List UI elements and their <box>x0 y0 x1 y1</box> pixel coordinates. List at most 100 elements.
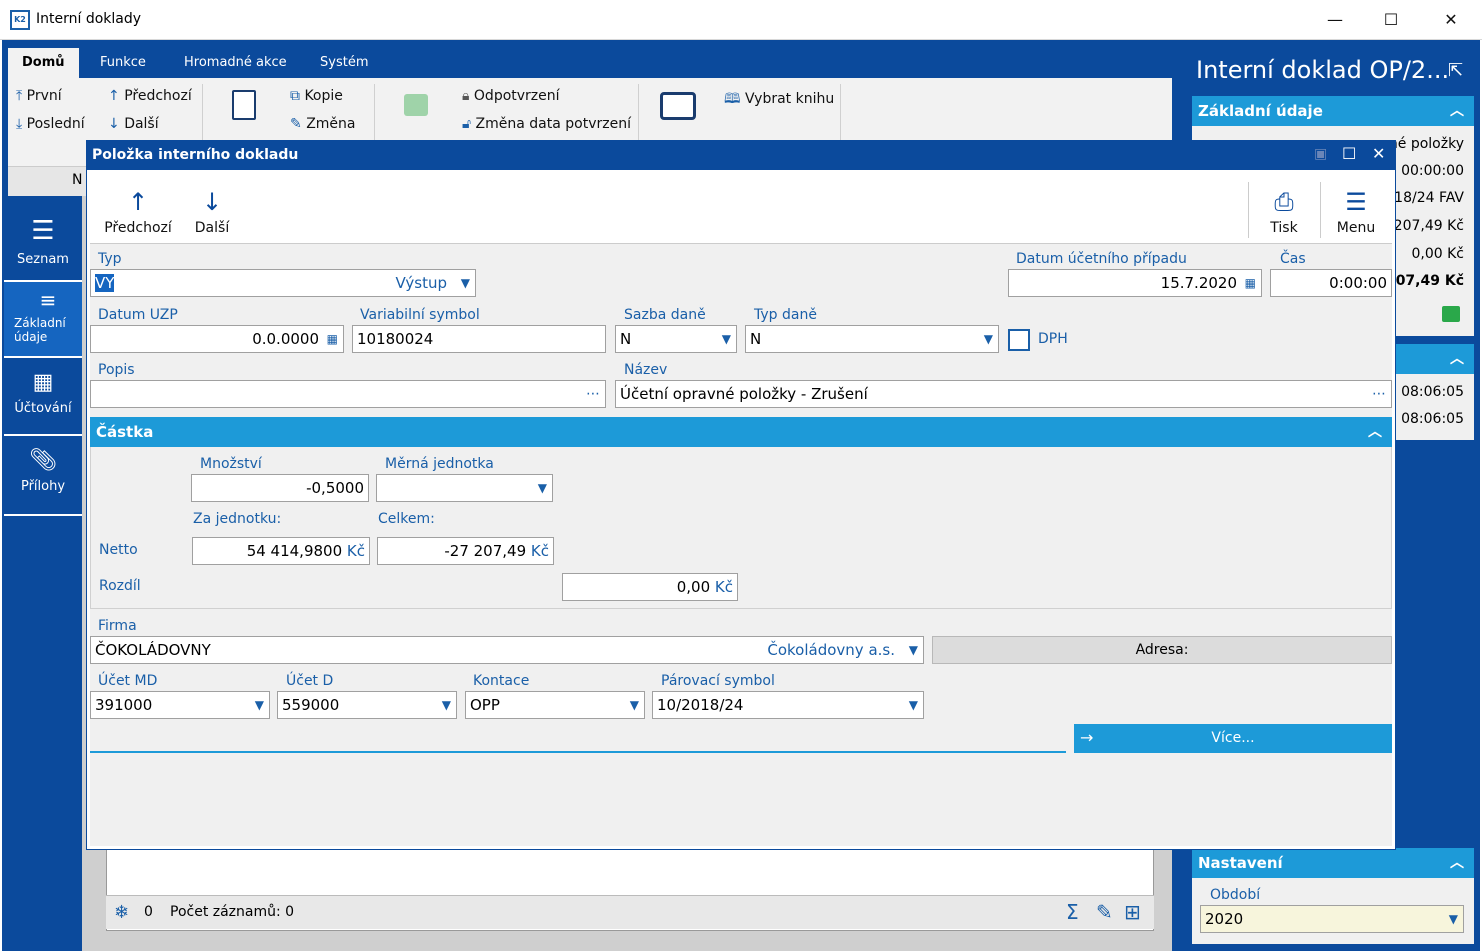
menu-button[interactable]: ☰ Menu <box>1326 188 1386 236</box>
section-basic-data[interactable]: Základní údaje ︿ <box>1192 96 1474 126</box>
chevron-down-icon: ▼ <box>537 481 547 495</box>
restore-icon[interactable]: ▣ <box>1314 146 1327 162</box>
nav-item-attachments[interactable]: 📎︎ Přílohy <box>4 436 82 516</box>
unit-select[interactable]: ▼ <box>376 474 553 502</box>
vat-checkbox[interactable] <box>1008 329 1030 351</box>
pairing-label: Párovací symbol <box>661 673 775 689</box>
chevron-up-icon[interactable]: ︿ <box>1450 344 1464 374</box>
account-d-select[interactable]: 559000 ▼ <box>277 691 457 719</box>
calculator-icon: ▦ <box>32 370 54 395</box>
nav-item-accounting[interactable]: ▦ Účtování <box>4 358 82 436</box>
grid-settings-icon[interactable]: ⊞ <box>1124 900 1141 924</box>
printer-icon[interactable] <box>660 92 696 120</box>
tab-system[interactable]: Systém <box>306 48 382 78</box>
dialog-close-button[interactable]: ✕ <box>1372 144 1385 163</box>
section-settings[interactable]: Nastavení ︿ <box>1192 848 1474 878</box>
nav-item-basic-data[interactable]: ≡ Základní údaje <box>4 282 82 358</box>
currency-label: Kč <box>714 578 733 596</box>
address-button[interactable]: Adresa: <box>932 636 1392 664</box>
chevron-down-icon: ▼ <box>629 698 639 712</box>
name-value: Účetní opravné položky - Zrušení <box>620 385 868 403</box>
printer-icon: ⎙ <box>1274 188 1294 216</box>
chevron-up-icon[interactable]: ︿ <box>1450 848 1464 878</box>
quantity-label: Množství <box>200 456 262 472</box>
new-document-icon[interactable] <box>232 90 256 120</box>
prev-record-button[interactable]: ↑ Předchozí <box>100 188 176 236</box>
last-label: Poslední <box>26 116 85 132</box>
chevron-up-icon[interactable]: ︿ <box>1368 417 1382 447</box>
nav-item-list[interactable]: ☰ Seznam <box>4 204 82 282</box>
ellipsis-icon[interactable]: ⋯ <box>586 381 600 407</box>
diff-field[interactable]: 0,00 Kč <box>562 573 738 601</box>
calendar-icon[interactable]: ▦ <box>1245 270 1256 296</box>
grid-count: 0 <box>144 904 153 920</box>
currency-label: Kč <box>346 542 365 560</box>
tab-bulk-actions[interactable]: Hromadné akce <box>170 48 301 78</box>
next-record-button[interactable]: ↓ Další <box>184 188 240 236</box>
popout-icon[interactable]: ⇱ <box>1448 60 1463 81</box>
next-label: Další <box>194 220 230 236</box>
company-select[interactable]: ČOKOLÁDOVNY Čokoládovny a.s. ▼ <box>90 636 924 664</box>
change-button[interactable]: ✎ Změna <box>290 116 355 132</box>
ribbon-next-button[interactable]: ↓ Další <box>108 116 159 132</box>
accounting-date-value: 15.7.2020 <box>1160 274 1237 292</box>
lock-green-icon[interactable] <box>404 94 428 116</box>
edit-icon[interactable]: ✎ <box>1096 900 1113 924</box>
tab-home[interactable]: Domů <box>8 48 79 78</box>
per-unit-field[interactable]: 54 414,9800 Kč <box>192 537 370 565</box>
change-confirm-date-button[interactable]: 🔓︎ Změna data potvrzení <box>462 116 631 132</box>
select-book-button[interactable]: 🕮︎ Vybrat knihu <box>724 88 834 112</box>
first-button[interactable]: ⤒ První <box>16 88 62 104</box>
first-label: První <box>26 88 62 104</box>
tax-type-select[interactable]: N ▼ <box>745 325 999 353</box>
lock-green-icon <box>1442 306 1460 322</box>
total-label: Celkem: <box>378 511 435 527</box>
account-md-value: 391000 <box>95 696 153 714</box>
print-button[interactable]: ⎙ Tisk <box>1256 188 1312 236</box>
pairing-select[interactable]: 10/2018/24 ▼ <box>652 691 924 719</box>
sum-icon[interactable]: Σ <box>1066 900 1079 924</box>
quantity-field[interactable]: -0,5000 <box>191 474 369 502</box>
unconfirm-label: Odpotvrzení <box>473 88 560 104</box>
calendar-icon[interactable]: ▦ <box>327 326 338 352</box>
last-button[interactable]: ⤓ Poslední <box>16 116 85 132</box>
dialog-maximize-button[interactable]: ☐ <box>1342 144 1356 163</box>
type-select[interactable]: VY Výstup ▼ <box>90 269 476 297</box>
ribbon-prev-button[interactable]: ↑ Předchozí <box>108 88 192 104</box>
dialog-toolbar <box>90 174 1392 244</box>
more-button[interactable]: → Více... <box>1074 724 1392 753</box>
total-field[interactable]: -27 207,49 Kč <box>377 537 554 565</box>
uzp-date-field[interactable]: 0.0.0000 ▦ <box>90 325 344 353</box>
time-label: Čas <box>1280 251 1306 267</box>
tax-rate-select[interactable]: N ▼ <box>615 325 737 353</box>
amount-section-header[interactable]: Částka ︿ <box>90 417 1392 447</box>
tab-functions[interactable]: Funkce <box>86 48 160 78</box>
lock-open-icon: 🔓︎ <box>462 116 472 132</box>
unconfirm-button[interactable]: 🔒︎ Odpotvrzení <box>462 88 560 104</box>
copy-icon: ⧉ <box>290 88 300 104</box>
period-select[interactable]: 2020 ▼ <box>1200 905 1464 933</box>
var-symbol-field[interactable]: 10180024 <box>352 325 606 353</box>
account-d-label: Účet D <box>286 673 334 689</box>
asterisk-icon[interactable]: ❄ <box>114 902 129 923</box>
account-md-select[interactable]: 391000 ▼ <box>90 691 270 719</box>
dialog-title-bar: Položka interního dokladu <box>86 140 1396 170</box>
minimize-button[interactable]: — <box>1312 6 1358 34</box>
per-unit-label: Za jednotku: <box>193 511 282 527</box>
app-logo-icon: K2 <box>10 10 30 30</box>
ellipsis-icon[interactable]: ⋯ <box>1372 381 1386 407</box>
name-field[interactable]: Účetní opravné položky - Zrušení ⋯ <box>615 380 1392 408</box>
close-button[interactable]: ✕ <box>1428 6 1474 34</box>
tax-type-value: N <box>750 330 762 348</box>
copy-button[interactable]: ⧉ Kopie <box>290 88 343 104</box>
time-field[interactable]: 0:00:00 <box>1270 269 1392 297</box>
lock-icon: 🔒︎ <box>462 88 470 104</box>
chevron-up-icon[interactable]: ︿ <box>1450 96 1464 126</box>
arrow-down-icon: ↓ <box>201 188 223 216</box>
maximize-button[interactable]: ☐ <box>1368 6 1414 34</box>
description-field[interactable]: ⋯ <box>90 380 606 408</box>
accounting-date-field[interactable]: 15.7.2020 ▦ <box>1008 269 1262 297</box>
var-symbol-label: Variabilní symbol <box>360 307 480 323</box>
nav-item-label: Seznam <box>17 252 69 267</box>
contact-select[interactable]: OPP ▼ <box>465 691 645 719</box>
